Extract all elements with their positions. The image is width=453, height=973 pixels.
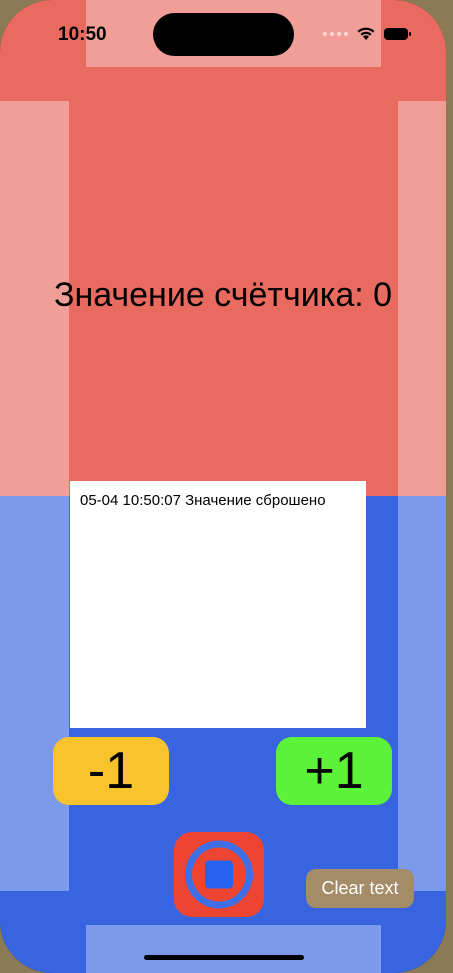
device-frame: 10:50 Значение счётчика: 0 05-04 10:50:0… [0,0,453,973]
log-line: 05-04 10:50:07 Значение сброшено [80,492,326,509]
log-text-view[interactable]: 05-04 10:50:07 Значение сброшено [70,481,366,728]
stop-button[interactable] [174,832,264,917]
app-screen: 10:50 Значение счётчика: 0 05-04 10:50:0… [0,0,446,973]
battery-icon [384,27,411,40]
right-margin-overlay [398,101,446,891]
cellular-signal-icon [323,31,348,36]
increment-button[interactable]: +1 [276,737,392,805]
dynamic-island [153,13,294,56]
clear-text-button[interactable]: Clear text [306,869,414,908]
stop-icon [185,840,253,909]
status-bar-time: 10:50 [58,24,107,45]
wifi-icon [357,27,375,40]
decrement-button[interactable]: -1 [53,737,169,805]
home-indicator[interactable] [144,955,304,960]
counter-value-label: Значение счётчика: 0 [53,276,393,314]
bottom-safe-area-overlay [86,925,381,973]
status-icons [323,26,411,41]
